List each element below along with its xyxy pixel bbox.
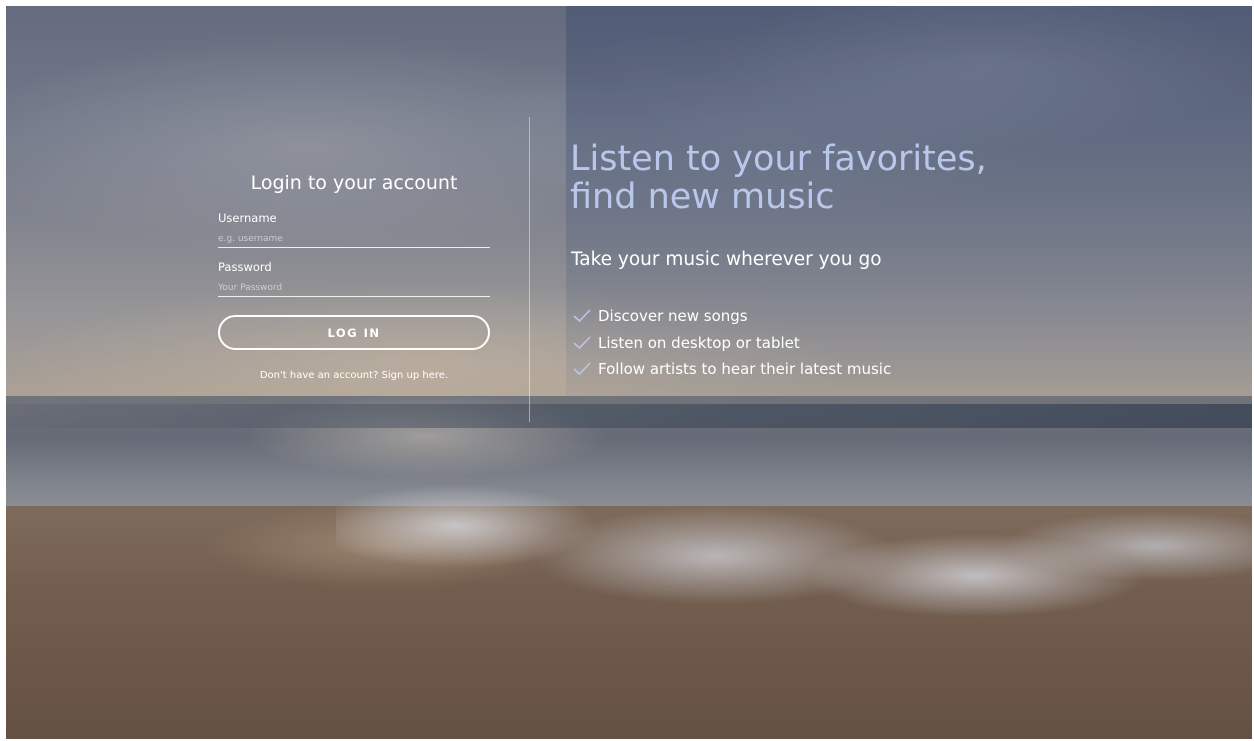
login-title: Login to your account [250, 172, 458, 194]
hero-title-line-1: Listen to your favorites, [570, 139, 987, 179]
hero-subtitle: Take your music wherever you go [571, 249, 882, 270]
password-input[interactable] [218, 280, 490, 297]
check-icon [573, 336, 591, 349]
username-input[interactable] [218, 231, 490, 248]
hero-title: Listen to your favorites, find new music [570, 140, 1170, 216]
username-label: Username [218, 211, 277, 225]
page: Login to your account Username Password … [0, 0, 1254, 741]
feature-item: Discover new songs [573, 303, 891, 330]
feature-list: Discover new songs Listen on desktop or … [573, 303, 891, 383]
feature-item: Listen on desktop or tablet [573, 330, 891, 357]
check-icon [573, 362, 591, 376]
hero-title-line-2: find new music [570, 177, 835, 217]
check-icon [573, 309, 591, 323]
vertical-divider [529, 117, 530, 422]
feature-label: Follow artists to hear their latest musi… [598, 360, 892, 379]
login-button[interactable]: LOG IN [218, 315, 490, 350]
password-label: Password [218, 260, 272, 274]
feature-label: Listen on desktop or tablet [598, 333, 800, 352]
feature-item: Follow artists to hear their latest musi… [573, 356, 891, 383]
feature-label: Discover new songs [598, 307, 748, 326]
signup-link[interactable]: Don't have an account? Sign up here. [218, 370, 490, 381]
